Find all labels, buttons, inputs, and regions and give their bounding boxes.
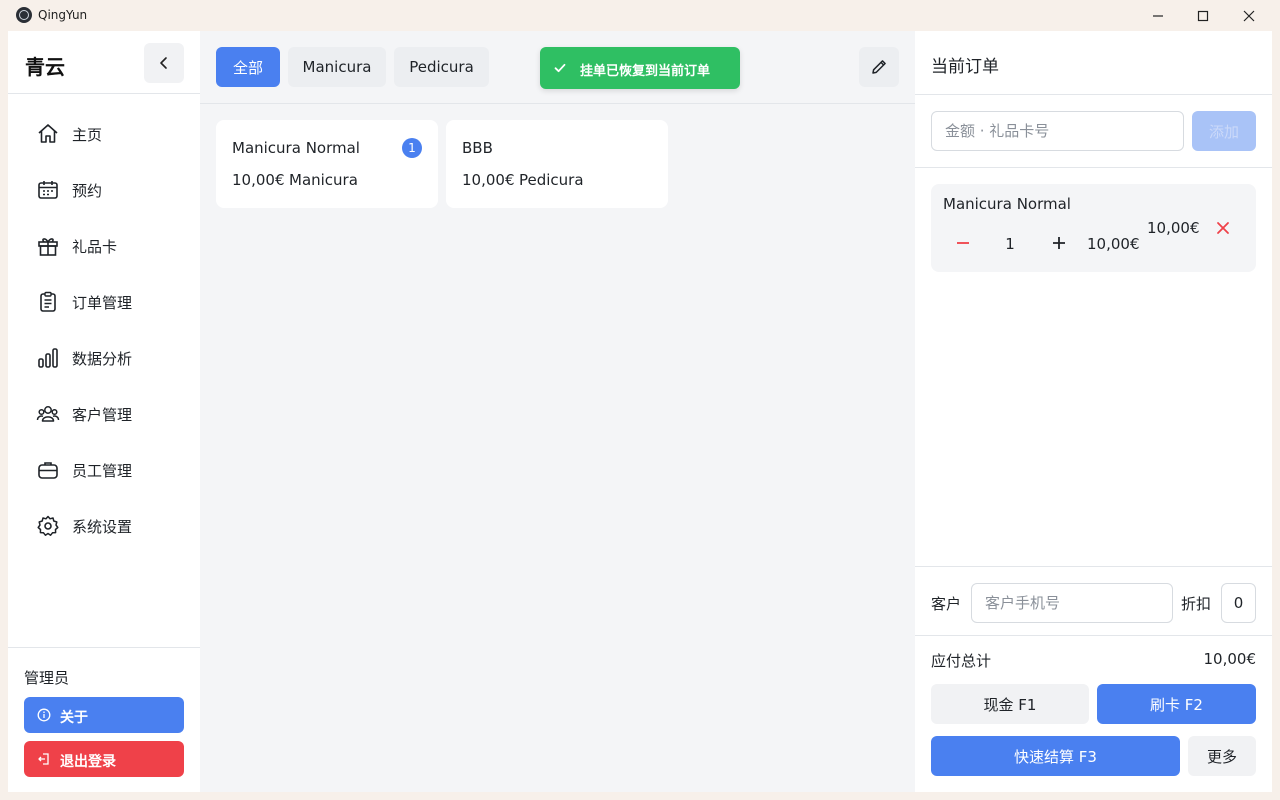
order-title: 当前订单 — [931, 57, 999, 77]
user-role-label: 管理员 — [24, 669, 70, 687]
line-item-name: Manicura Normal — [943, 195, 1071, 213]
total-value: 10,00€ — [1203, 650, 1257, 668]
remove-item-button[interactable] — [1215, 220, 1231, 236]
briefcase-icon — [38, 462, 58, 479]
sidebar-item-customers[interactable]: 客户管理 — [8, 391, 200, 435]
total-label: 应付总计 — [931, 652, 992, 670]
calendar-icon — [38, 181, 58, 199]
window-titlebar: QingYun — [0, 0, 1280, 31]
tab-pedicura[interactable]: Pedicura — [394, 47, 489, 87]
home-icon — [38, 124, 58, 143]
sidebar-item-label: 数据分析 — [72, 350, 133, 368]
sidebar-item-staff[interactable]: 员工管理 — [8, 447, 200, 491]
collapse-sidebar-button[interactable] — [144, 43, 184, 83]
card-button[interactable]: 刷卡 F2 — [1097, 684, 1256, 724]
decrease-quantity-button[interactable] — [953, 233, 973, 253]
check-icon — [554, 63, 566, 73]
product-card-bbb[interactable]: BBB 10,00€ Pedicura — [446, 120, 668, 208]
product-count-badge: 1 — [402, 138, 422, 158]
sidebar: 青云 主页 预约 礼品卡 订单管理 数据分析 客户管理 员工管理 系统设置 管理… — [8, 31, 200, 792]
sidebar-header: 青云 — [8, 31, 200, 94]
product-area: 全部 Manicura Pedicura Manicura Normal 1 1… — [200, 31, 915, 792]
info-icon — [37, 708, 51, 722]
order-header: 当前订单 — [915, 31, 1272, 95]
sidebar-item-appointments[interactable]: 预约 — [8, 167, 200, 211]
sidebar-item-label: 系统设置 — [72, 518, 133, 536]
increase-quantity-button[interactable] — [1049, 233, 1069, 253]
about-button-label: 关于 — [60, 710, 88, 726]
gear-icon — [37, 515, 59, 536]
order-line-item: Manicura Normal 1 10,00€ 10,00€ — [931, 184, 1256, 272]
about-button[interactable]: 关于 — [24, 697, 184, 733]
edit-products-button[interactable] — [859, 47, 899, 87]
sidebar-item-giftcards[interactable]: 礼品卡 — [8, 223, 200, 267]
sidebar-item-orders[interactable]: 订单管理 — [8, 279, 200, 323]
discount-input[interactable] — [1221, 583, 1256, 623]
quick-checkout-button[interactable]: 快速结算 F3 — [931, 736, 1180, 776]
sidebar-item-label: 员工管理 — [72, 462, 133, 480]
pencil-icon — [872, 60, 886, 74]
sidebar-item-label: 订单管理 — [72, 294, 133, 312]
tab-manicura[interactable]: Manicura — [288, 47, 386, 87]
cash-button[interactable]: 现金 F1 — [931, 684, 1089, 724]
success-toast: 挂单已恢复到当前订单 — [540, 47, 740, 89]
add-giftcard-button[interactable]: 添加 — [1192, 111, 1256, 151]
close-window-button[interactable] — [1226, 0, 1272, 31]
more-button[interactable]: 更多 — [1188, 736, 1256, 776]
sidebar-item-settings[interactable]: 系统设置 — [8, 503, 200, 547]
product-name: BBB — [462, 139, 493, 157]
giftcard-row: 添加 — [915, 95, 1272, 168]
sidebar-item-label: 客户管理 — [72, 406, 133, 424]
product-card-manicura-normal[interactable]: Manicura Normal 1 10,00€ Manicura — [216, 120, 438, 208]
sidebar-item-label: 预约 — [72, 182, 103, 200]
app-name: QingYun — [38, 8, 88, 22]
minimize-button[interactable] — [1135, 0, 1181, 31]
logout-icon — [38, 753, 49, 765]
line-item-quantity: 1 — [1005, 235, 1015, 253]
clipboard-icon — [40, 291, 56, 312]
logout-button-label: 退出登录 — [60, 754, 116, 770]
sidebar-item-label: 主页 — [72, 126, 103, 144]
bar-chart-icon — [38, 348, 58, 368]
product-category: Manicura — [289, 171, 358, 189]
product-category: Pedicura — [519, 171, 584, 189]
product-price: 10,00€ — [462, 171, 515, 189]
chevron-left-icon — [160, 57, 167, 69]
line-item-unit-price: 10,00€ — [1087, 235, 1140, 253]
maximize-button[interactable] — [1180, 0, 1226, 31]
app-logo-icon — [16, 7, 32, 23]
gift-icon — [38, 238, 58, 256]
brand-title: 青云 — [25, 55, 65, 79]
customer-phone-input[interactable] — [971, 583, 1173, 623]
sidebar-item-analytics[interactable]: 数据分析 — [8, 335, 200, 379]
logout-button[interactable]: 退出登录 — [24, 741, 184, 777]
giftcard-input[interactable] — [931, 111, 1184, 151]
discount-label: 折扣 — [1181, 595, 1212, 613]
sidebar-footer: 管理员 关于 退出登录 — [8, 647, 200, 792]
sidebar-item-home[interactable]: 主页 — [8, 111, 200, 155]
product-name: Manicura Normal — [232, 139, 360, 157]
line-item-total: 10,00€ — [1147, 219, 1200, 237]
tab-all[interactable]: 全部 — [216, 47, 280, 87]
product-price: 10,00€ — [232, 171, 285, 189]
customer-label: 客户 — [931, 595, 962, 613]
sidebar-item-label: 礼品卡 — [72, 238, 118, 256]
current-order-panel: 当前订单 添加 Manicura Normal 1 10,00€ 10,00€ … — [915, 31, 1272, 792]
toast-message: 挂单已恢复到当前订单 — [580, 64, 711, 79]
customer-row: 客户 折扣 — [915, 566, 1272, 636]
users-icon — [36, 406, 60, 422]
